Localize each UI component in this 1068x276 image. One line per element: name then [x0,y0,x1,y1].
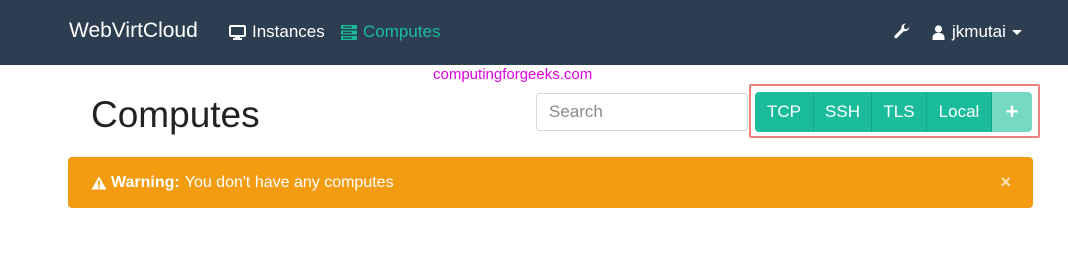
wrench-icon[interactable] [893,22,911,40]
tcp-button[interactable]: TCP [755,92,814,132]
user-name: jkmutai [952,22,1006,41]
monitor-icon [229,24,246,40]
ssh-button[interactable]: SSH [814,92,872,132]
alert-title: Warning: [111,174,180,191]
brand-logo[interactable]: WebVirtCloud [69,19,198,43]
warning-triangle-icon [91,176,107,190]
nav-computes-label: Computes [363,22,441,41]
tls-button[interactable]: TLS [872,92,927,132]
server-icon [341,24,357,40]
nav-instances-label: Instances [252,22,325,41]
search-input[interactable] [536,93,748,131]
connection-button-group: TCP SSH TLS Local + [755,92,1032,132]
watermark-text: computingforgeeks.com [433,66,593,83]
nav-computes[interactable]: Computes [341,21,440,43]
local-button[interactable]: Local [927,92,992,132]
chevron-down-icon [1011,29,1022,35]
close-icon[interactable]: × [1000,157,1011,208]
add-compute-button[interactable]: + [992,92,1032,132]
warning-alert: Warning: You don't have any computes × [68,157,1033,208]
alert-message: You don't have any computes [184,174,394,191]
navbar: WebVirtCloud Instances Computes jkmutai [0,0,1068,65]
user-icon [932,24,945,40]
nav-instances[interactable]: Instances [229,21,325,43]
user-menu[interactable]: jkmutai [932,21,1022,43]
page-title: Computes [91,94,260,135]
